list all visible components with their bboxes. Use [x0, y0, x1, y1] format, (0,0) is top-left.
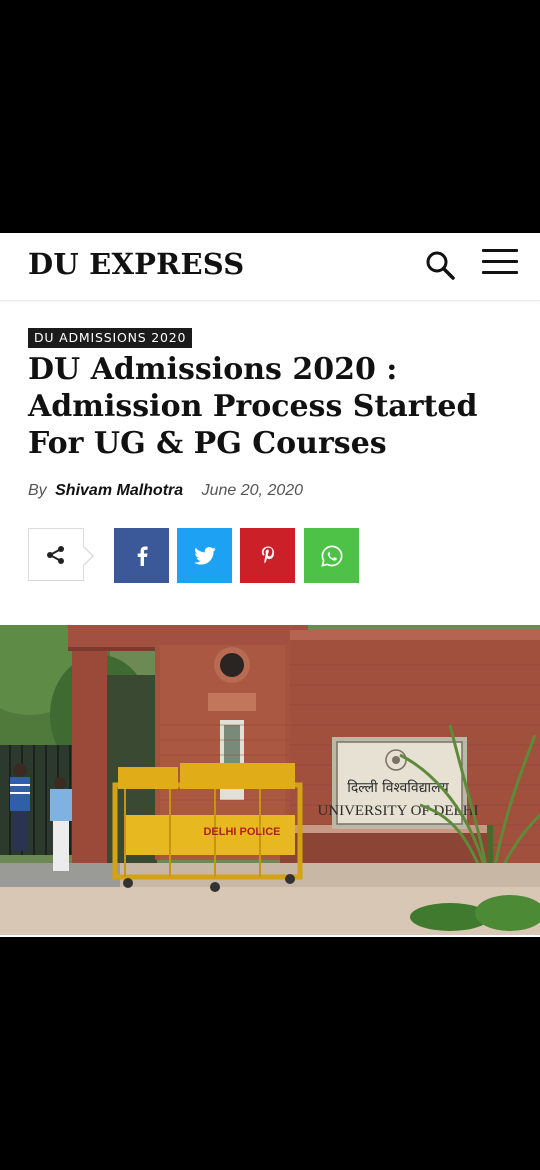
twitter-icon	[193, 546, 216, 565]
article-hero-image: दिल्ली विश्वविद्यालय UNIVERSITY OF DELHI	[0, 625, 540, 935]
pinterest-icon	[261, 546, 274, 563]
hamburger-menu-icon[interactable]	[482, 249, 518, 277]
whatsapp-icon	[320, 545, 342, 567]
search-icon[interactable]	[424, 249, 456, 281]
share-icon	[47, 546, 64, 564]
share-toggle-button[interactable]	[28, 528, 94, 581]
pinterest-share-button[interactable]	[240, 528, 295, 583]
article-headline: DU Admissions 2020 : Admission Process S…	[28, 352, 478, 461]
publish-date: June 20, 2020	[201, 482, 304, 499]
facebook-share-button[interactable]	[114, 528, 169, 583]
twitter-share-button[interactable]	[177, 528, 232, 583]
site-logo-title[interactable]: DU EXPRESS	[28, 247, 244, 281]
by-label: By	[28, 482, 47, 499]
author-name[interactable]: Shivam Malhotra	[55, 482, 183, 499]
whatsapp-share-button[interactable]	[304, 528, 359, 583]
article-screen: DU EXPRESS DU ADMISSIONS 2020 DU Admissi…	[0, 233, 540, 937]
facebook-icon	[137, 546, 148, 566]
barricade-text: DELHI POLICE	[203, 826, 280, 838]
article-meta: By Shivam Malhotra June 20, 2020	[28, 482, 303, 500]
top-navigation-bar: DU EXPRESS	[0, 233, 540, 301]
category-badge[interactable]: DU ADMISSIONS 2020	[28, 328, 193, 348]
university-gate-photo: दिल्ली विश्वविद्यालय UNIVERSITY OF DELHI	[0, 625, 540, 935]
